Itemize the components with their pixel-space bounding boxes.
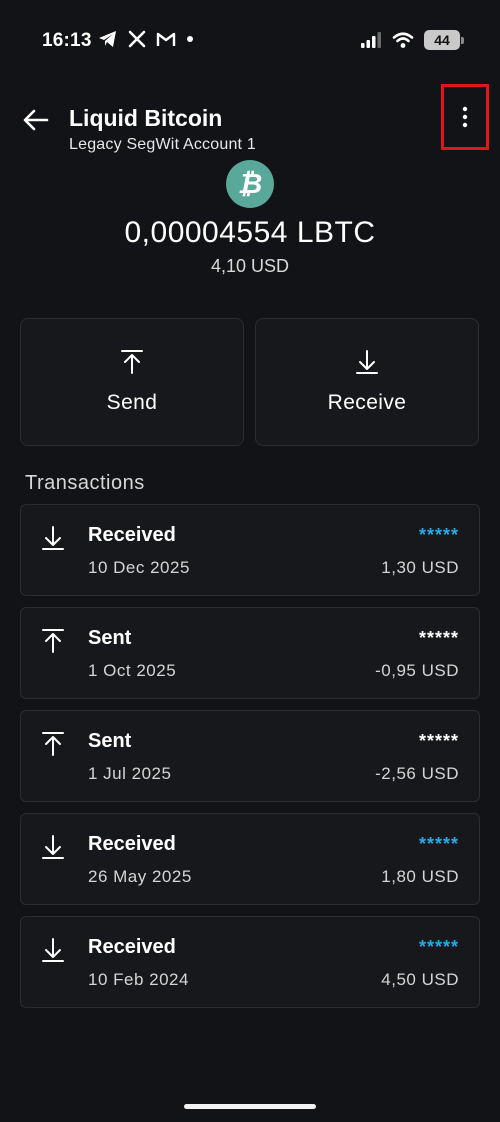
transaction-fiat-amount: -2,56 USD bbox=[375, 764, 459, 783]
transaction-row[interactable]: Received 10 Dec 2025 ***** 1,30 USD bbox=[20, 504, 480, 596]
send-label: Send bbox=[106, 391, 158, 414]
x-icon bbox=[128, 30, 146, 48]
wifi-icon bbox=[392, 32, 414, 48]
back-button[interactable] bbox=[20, 104, 52, 136]
fiat-balance: 4,10 USD bbox=[210, 256, 290, 276]
transaction-fiat-amount: -0,95 USD bbox=[375, 661, 459, 680]
transaction-row[interactable]: Sent 1 Oct 2025 ***** -0,95 USD bbox=[20, 607, 480, 699]
transaction-date: 26 May 2025 bbox=[88, 867, 192, 886]
transaction-type: Sent bbox=[88, 627, 132, 649]
system-icons: 44 bbox=[360, 30, 464, 50]
signal-icon bbox=[361, 32, 381, 48]
transaction-type: Received bbox=[88, 524, 176, 546]
page-title: Liquid Bitcoin bbox=[69, 105, 223, 131]
transaction-date: 1 Oct 2025 bbox=[88, 661, 177, 680]
crypto-balance: 0,00004554 LBTC bbox=[124, 216, 376, 249]
receive-button[interactable]: Receive bbox=[255, 318, 479, 446]
send-button[interactable]: Send bbox=[20, 318, 244, 446]
telegram-icon bbox=[99, 31, 116, 47]
transaction-type: Received bbox=[88, 833, 176, 855]
transaction-fiat-amount: 4,50 USD bbox=[381, 970, 459, 989]
more-vertical-icon bbox=[462, 106, 468, 128]
transaction-hidden-amount: ***** bbox=[418, 731, 459, 751]
transaction-hidden-amount: ***** bbox=[418, 525, 459, 545]
receive-arrow-down-icon bbox=[42, 938, 64, 962]
transaction-row[interactable]: Sent 1 Jul 2025 ***** -2,56 USD bbox=[20, 710, 480, 802]
transaction-date: 1 Jul 2025 bbox=[88, 764, 172, 783]
account-subtitle: Legacy SegWit Account 1 bbox=[69, 136, 256, 153]
status-time: 16:13 bbox=[42, 30, 92, 51]
header: Liquid Bitcoin Legacy SegWit Account 1 bbox=[0, 84, 500, 160]
status-bar: 16:13 44 bbox=[0, 0, 500, 82]
transaction-date: 10 Feb 2024 bbox=[88, 970, 189, 989]
transaction-date: 10 Dec 2025 bbox=[88, 558, 190, 577]
receive-arrow-down-icon bbox=[42, 526, 64, 550]
transaction-type: Sent bbox=[88, 730, 132, 752]
transaction-hidden-amount: ***** bbox=[418, 628, 459, 648]
transaction-fiat-amount: 1,80 USD bbox=[381, 867, 459, 886]
transactions-title: Transactions bbox=[25, 472, 145, 494]
arrow-left-icon bbox=[23, 109, 49, 131]
receive-arrow-down-icon bbox=[356, 350, 378, 374]
transaction-type: Received bbox=[88, 936, 176, 958]
bitcoin-icon: ₿ bbox=[226, 160, 274, 208]
notification-icons bbox=[98, 30, 194, 48]
send-arrow-up-icon bbox=[121, 350, 143, 374]
send-arrow-up-icon bbox=[42, 629, 64, 653]
gmail-icon bbox=[156, 32, 176, 46]
transactions-list: Received 10 Dec 2025 ***** 1,30 USD Sent 1 Oc… bbox=[20, 504, 480, 1019]
transaction-hidden-amount: ***** bbox=[418, 937, 459, 957]
dot-icon bbox=[187, 36, 193, 42]
receive-arrow-down-icon bbox=[42, 835, 64, 859]
transaction-fiat-amount: 1,30 USD bbox=[381, 558, 459, 577]
transaction-row[interactable]: Received 26 May 2025 ***** 1,80 USD bbox=[20, 813, 480, 905]
battery-indicator: 44 bbox=[424, 30, 464, 50]
send-arrow-up-icon bbox=[42, 732, 64, 756]
more-options-button[interactable] bbox=[441, 84, 489, 150]
home-indicator[interactable] bbox=[184, 1104, 316, 1109]
receive-label: Receive bbox=[327, 391, 407, 414]
transaction-row[interactable]: Received 10 Feb 2024 ***** 4,50 USD bbox=[20, 916, 480, 1008]
transaction-hidden-amount: ***** bbox=[418, 834, 459, 854]
